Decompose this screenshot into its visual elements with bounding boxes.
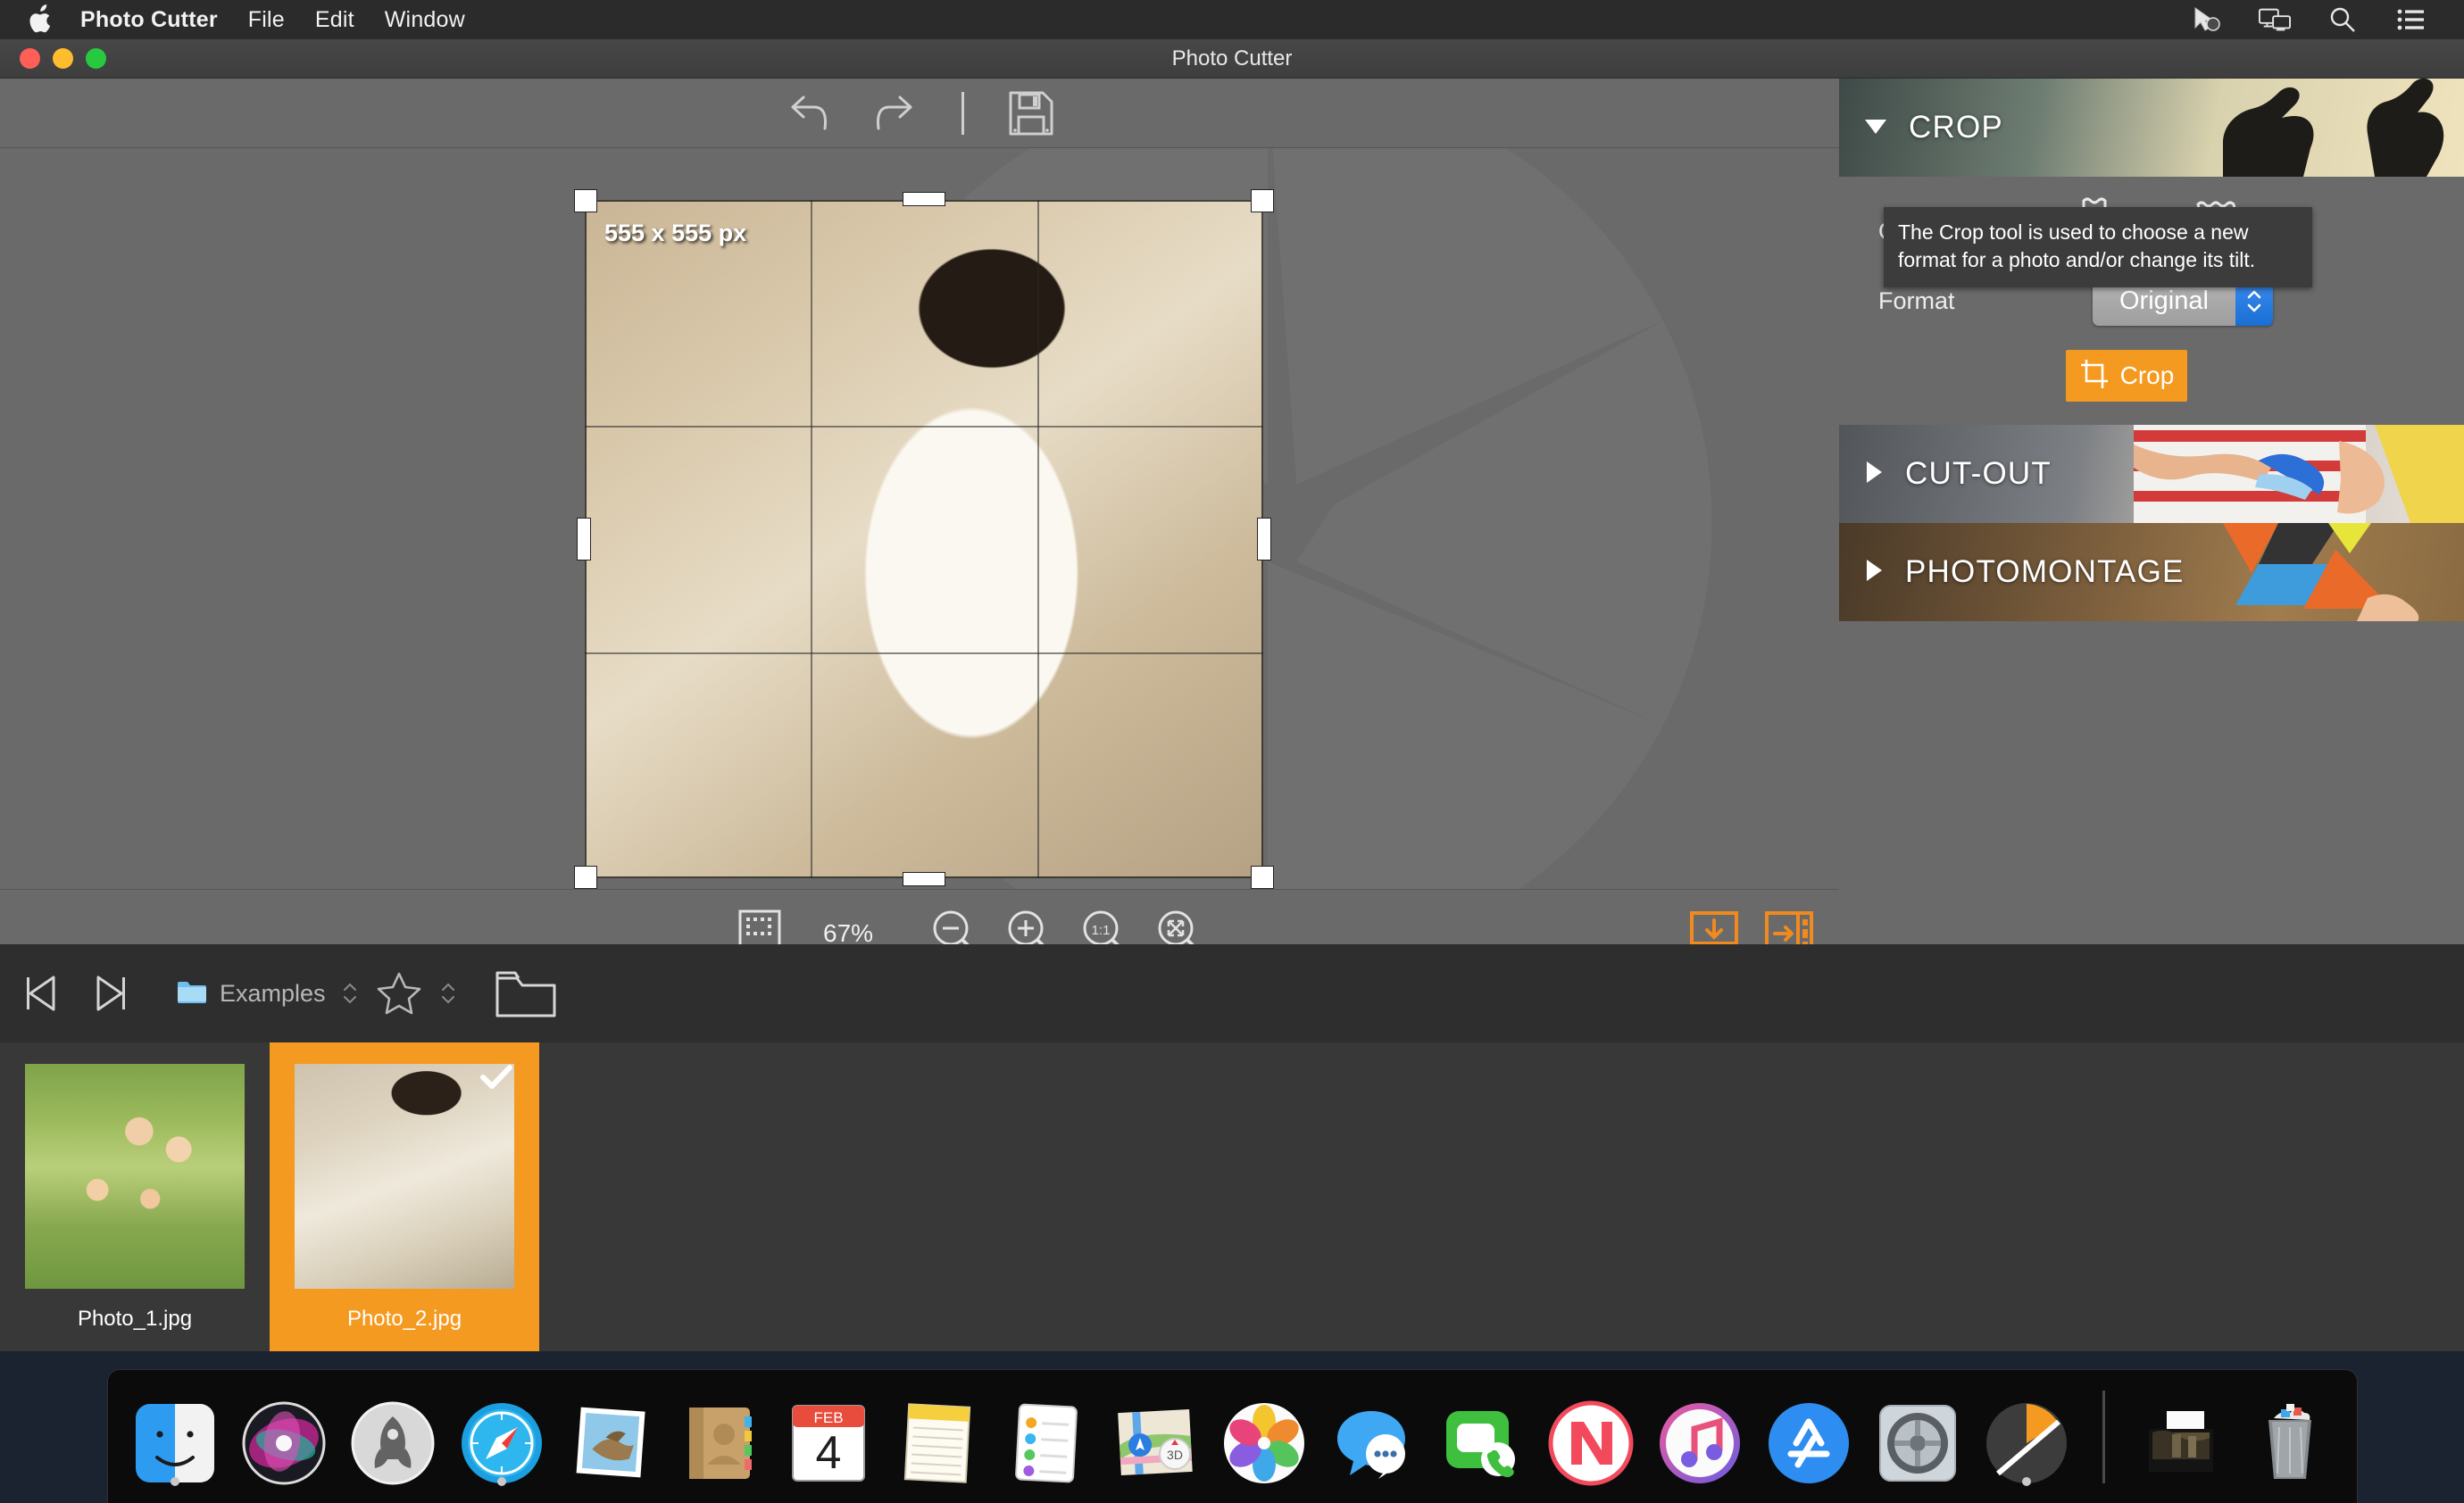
- favorite-star-icon[interactable]: [374, 968, 424, 1018]
- crop-button-label: Crop: [2119, 361, 2175, 389]
- menu-bar: Photo Cutter File Edit Window: [0, 0, 2464, 39]
- crop-border: [585, 200, 1263, 878]
- pointer-icon[interactable]: [2191, 5, 2223, 34]
- undo-icon[interactable]: [781, 87, 837, 139]
- thumbnail-photo-1[interactable]: Photo_1.jpg: [0, 1042, 270, 1351]
- section-header-cut-out[interactable]: CUT-OUT: [1839, 425, 2464, 523]
- dock-item-safari[interactable]: [454, 1386, 549, 1488]
- editor-toolbar: [0, 79, 1839, 148]
- crop-size-label: 555 x 555 px: [604, 220, 747, 246]
- crop-handle-right[interactable]: [1257, 518, 1271, 561]
- section-header-crop[interactable]: CROP: [1839, 79, 2464, 177]
- window-title: Photo Cutter: [1171, 46, 1293, 71]
- running-indicator: [2021, 1476, 2031, 1486]
- apple-logo-icon[interactable]: [27, 4, 54, 35]
- previous-image-icon[interactable]: [14, 965, 71, 1022]
- editor-canvas[interactable]: 555 x 555 px: [0, 148, 1839, 889]
- dock-item-system-preferences[interactable]: [1870, 1386, 1965, 1488]
- dock-item-siri[interactable]: [237, 1386, 331, 1488]
- dock-item-app-store[interactable]: [1761, 1386, 1856, 1488]
- crop-tool-icon: [2079, 358, 2110, 394]
- open-folder-icon[interactable]: [492, 964, 560, 1023]
- screen-mirroring-icon[interactable]: [2259, 5, 2291, 34]
- thumbnail-image: [25, 1064, 245, 1289]
- section-header-photomontage[interactable]: PHOTOMONTAGE: [1839, 523, 2464, 621]
- crop-tooltip: The Crop tool is used to choose a new fo…: [1884, 207, 2312, 287]
- maps-3d-badge: 3D: [1167, 1448, 1183, 1462]
- checkmark-icon: [480, 1064, 512, 1095]
- calendar-month: FEB: [813, 1409, 843, 1426]
- triangle-right-icon[interactable]: [1862, 557, 1885, 588]
- dock: FEB 4 3D: [0, 1351, 2464, 1503]
- crop-handle-bottom[interactable]: [903, 872, 945, 886]
- dock-item-trash[interactable]: [2243, 1386, 2337, 1488]
- dock-item-notes[interactable]: [890, 1386, 985, 1488]
- crop-handle-bottom-left[interactable]: [574, 866, 597, 889]
- rating-stepper-right[interactable]: [440, 983, 456, 1004]
- crop-handle-bottom-right[interactable]: [1251, 866, 1274, 889]
- crop-handle-left[interactable]: [577, 518, 591, 561]
- save-floppy-icon[interactable]: [1003, 87, 1059, 139]
- dock-item-reminders[interactable]: [999, 1386, 1094, 1488]
- dock-item-photo-cutter[interactable]: [1979, 1386, 2074, 1488]
- image-browser-bar: Examples: [0, 944, 2464, 1042]
- menu-item-file[interactable]: File: [248, 7, 285, 33]
- crop-handle-top[interactable]: [903, 192, 945, 206]
- running-indicator: [170, 1476, 179, 1486]
- dock-item-facetime[interactable]: [1435, 1386, 1529, 1488]
- menu-app-name[interactable]: Photo Cutter: [80, 7, 218, 33]
- next-image-icon[interactable]: [80, 965, 137, 1022]
- section-title-crop: CROP: [1909, 110, 2003, 145]
- triangle-right-icon[interactable]: [1862, 459, 1885, 490]
- dock-item-messages[interactable]: [1326, 1386, 1420, 1488]
- dock-item-launchpad[interactable]: [345, 1386, 440, 1488]
- thumbnail-label: Photo_2.jpg: [346, 1307, 462, 1331]
- crop-handle-top-left[interactable]: [574, 189, 597, 212]
- thumbnail-strip: Photo_1.jpg Photo_2.jpg: [0, 1042, 2464, 1351]
- triangle-down-icon[interactable]: [1862, 114, 1889, 142]
- dock-item-downloads-stack[interactable]: [2134, 1386, 2228, 1488]
- menu-item-edit[interactable]: Edit: [315, 7, 354, 33]
- menu-item-window[interactable]: Window: [385, 7, 465, 33]
- search-icon[interactable]: [2327, 5, 2359, 34]
- dock-item-contacts[interactable]: [672, 1386, 767, 1488]
- dock-item-calendar[interactable]: FEB 4: [781, 1386, 876, 1488]
- section-title-cut-out: CUT-OUT: [1905, 456, 2052, 491]
- crop-handle-top-right[interactable]: [1251, 189, 1274, 212]
- svg-text:1:1: 1:1: [1092, 923, 1111, 938]
- running-indicator: [496, 1476, 506, 1486]
- dock-item-news[interactable]: [1544, 1386, 1638, 1488]
- section-title-photomontage: PHOTOMONTAGE: [1905, 554, 2185, 589]
- crop-selection-frame[interactable]: 555 x 555 px: [574, 189, 1274, 889]
- format-label: Format: [1878, 286, 1955, 314]
- toolbar-divider: [961, 91, 964, 135]
- menu-bar-status-icons: [2191, 5, 2427, 34]
- window-titlebar: Photo Cutter: [0, 39, 2464, 79]
- thumbnail-photo-2[interactable]: Photo_2.jpg: [270, 1042, 539, 1351]
- control-center-icon[interactable]: [2394, 5, 2427, 34]
- dock-item-finder[interactable]: [128, 1386, 222, 1488]
- dock-item-maps[interactable]: 3D: [1108, 1386, 1203, 1488]
- dock-divider: [2102, 1390, 2105, 1483]
- dock-item-itunes[interactable]: [1652, 1386, 1747, 1488]
- app-window: Photo Cutter 555 x 555 px 67% 1:1 CROP F…: [0, 39, 2464, 1351]
- current-folder[interactable]: Examples: [177, 979, 326, 1009]
- crop-button[interactable]: Crop: [2066, 350, 2187, 402]
- thumbnail-label: Photo_1.jpg: [77, 1307, 193, 1331]
- zoom-level-label: 67%: [823, 918, 874, 947]
- dock-item-mail[interactable]: [563, 1386, 658, 1488]
- blue-folder-icon: [177, 979, 207, 1009]
- thumbnail-image: [295, 1064, 514, 1289]
- calendar-day: 4: [815, 1427, 841, 1479]
- folder-name-label: Examples: [220, 979, 326, 1007]
- redo-icon[interactable]: [867, 87, 922, 139]
- rating-stepper-left[interactable]: [342, 983, 358, 1004]
- dock-item-photos[interactable]: [1217, 1386, 1311, 1488]
